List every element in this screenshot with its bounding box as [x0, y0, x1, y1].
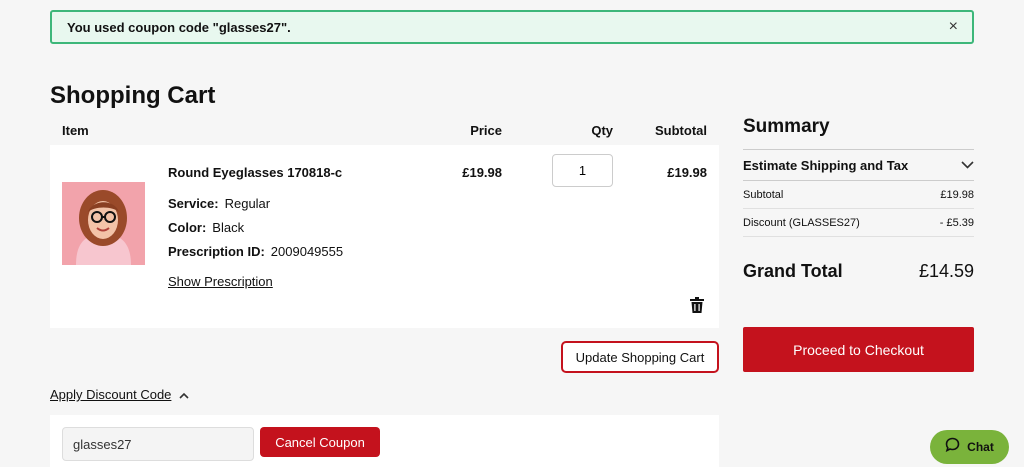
summary-title: Summary: [743, 116, 830, 137]
summary-discount-row: Discount (GLASSES27) - £5.39: [743, 209, 974, 237]
attribute-service: Service: Regular: [168, 196, 270, 211]
item-subtotal: £19.98: [667, 165, 707, 180]
chevron-down-icon: [961, 156, 974, 174]
close-icon[interactable]: ×: [949, 19, 958, 35]
chat-bubble-icon: [945, 437, 960, 457]
attribute-label: Service:: [168, 196, 219, 211]
estimate-shipping-label: Estimate Shipping and Tax: [743, 157, 909, 173]
header-item: Item: [62, 123, 89, 138]
attribute-value: Regular: [224, 196, 271, 211]
product-photo-icon[interactable]: [62, 182, 145, 265]
grand-total-row: Grand Total £14.59: [743, 261, 974, 282]
header-price: Price: [470, 123, 502, 138]
apply-discount-toggle[interactable]: Apply Discount Code: [50, 387, 189, 402]
product-name[interactable]: Round Eyeglasses 170818-c: [168, 165, 342, 180]
notice-text: You used coupon code "glasses27".: [67, 19, 291, 35]
attribute-prescription-id: Prescription ID: 2009049555: [168, 244, 343, 259]
grand-total-value: £14.59: [918, 261, 974, 281]
attribute-label: Prescription ID:: [168, 244, 265, 259]
summary-line-value: £19.98: [940, 188, 974, 201]
discount-panel: Cancel Coupon: [50, 415, 719, 467]
proceed-to-checkout-button[interactable]: Proceed to Checkout: [743, 327, 974, 372]
summary-subtotal-row: Subtotal £19.98: [743, 181, 974, 209]
discount-toggle-label: Apply Discount Code: [50, 387, 172, 402]
attribute-label: Color:: [168, 220, 207, 235]
attribute-value: Black: [212, 220, 245, 235]
attribute-color: Color: Black: [168, 220, 244, 235]
trash-icon[interactable]: [690, 297, 704, 313]
grand-total-label: Grand Total: [743, 261, 843, 281]
attribute-value: 2009049555: [270, 244, 344, 259]
cancel-coupon-button[interactable]: Cancel Coupon: [260, 427, 380, 457]
summary-line-label: Discount (GLASSES27): [743, 216, 860, 229]
summary-line-value: - £5.39: [939, 216, 974, 229]
summary-line-label: Subtotal: [743, 188, 784, 201]
estimate-shipping-toggle[interactable]: Estimate Shipping and Tax: [743, 149, 974, 181]
page-title: Shopping Cart: [50, 82, 216, 109]
cart-item-row: Round Eyeglasses 170818-c Service: Regula…: [50, 145, 719, 328]
discount-code-input[interactable]: [62, 427, 254, 461]
header-subtotal: Subtotal: [655, 123, 707, 138]
item-price: £19.98: [462, 165, 502, 180]
coupon-success-message: You used coupon code "glasses27". ×: [50, 10, 974, 44]
quantity-input[interactable]: [552, 154, 613, 187]
chevron-up-icon: [179, 387, 189, 402]
chat-button[interactable]: Chat: [930, 430, 1009, 464]
show-prescription-link[interactable]: Show Prescription: [168, 274, 273, 289]
header-qty: Qty: [591, 123, 613, 138]
chat-label: Chat: [967, 440, 994, 454]
update-cart-button[interactable]: Update Shopping Cart: [561, 341, 719, 373]
